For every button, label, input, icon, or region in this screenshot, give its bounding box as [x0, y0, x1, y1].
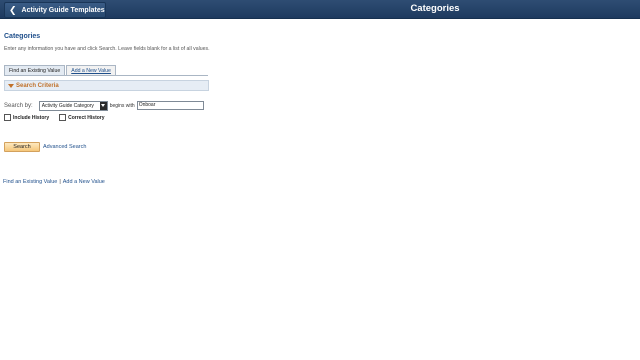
- instructions-text: Enter any information you have and click…: [4, 46, 210, 52]
- search-by-select[interactable]: Activity Guide Category: [38, 100, 108, 111]
- add-new-value-link[interactable]: Add a New Value: [63, 179, 105, 185]
- history-options: Include History Correct History: [4, 114, 115, 121]
- link-separator: |: [59, 179, 61, 185]
- include-history-label: Include History: [13, 114, 50, 121]
- checkbox-icon: [59, 114, 67, 121]
- tab-find-existing-value[interactable]: Find an Existing Value: [4, 65, 66, 75]
- header-bar: ❮ Activity Guide Templates Categories: [0, 0, 640, 19]
- search-value-input[interactable]: [136, 101, 204, 110]
- search-by-row: Search by: Activity Guide Category begin…: [4, 100, 204, 111]
- collapse-triangle-icon: [8, 83, 14, 88]
- search-criteria-header[interactable]: Search Criteria: [4, 80, 209, 91]
- search-by-selected-value: Activity Guide Category: [41, 102, 94, 109]
- search-by-label: Search by:: [4, 102, 33, 109]
- tab-divider: [4, 75, 208, 76]
- checkbox-icon: [4, 114, 11, 121]
- search-criteria-label: Search Criteria: [16, 82, 59, 89]
- dropdown-arrow-icon: [99, 101, 107, 110]
- tab-bar: Find an Existing Value Add a New Value: [4, 65, 116, 75]
- correct-history-label: Correct History: [68, 114, 105, 121]
- search-button[interactable]: Search: [4, 142, 40, 152]
- correct-history-checkbox[interactable]: Correct History: [59, 114, 105, 121]
- search-actions: Search Advanced Search: [4, 142, 86, 152]
- operator-text: begins with: [109, 102, 135, 109]
- include-history-checkbox[interactable]: Include History: [4, 114, 49, 121]
- header-title: Categories: [410, 3, 460, 14]
- find-existing-value-link[interactable]: Find an Existing Value: [3, 179, 57, 185]
- footer-links: Find an Existing Value | Add a New Value: [3, 179, 105, 185]
- page-title: Categories: [4, 33, 41, 40]
- advanced-search-link[interactable]: Advanced Search: [43, 144, 86, 150]
- tab-add-new-value[interactable]: Add a New Value: [66, 65, 116, 75]
